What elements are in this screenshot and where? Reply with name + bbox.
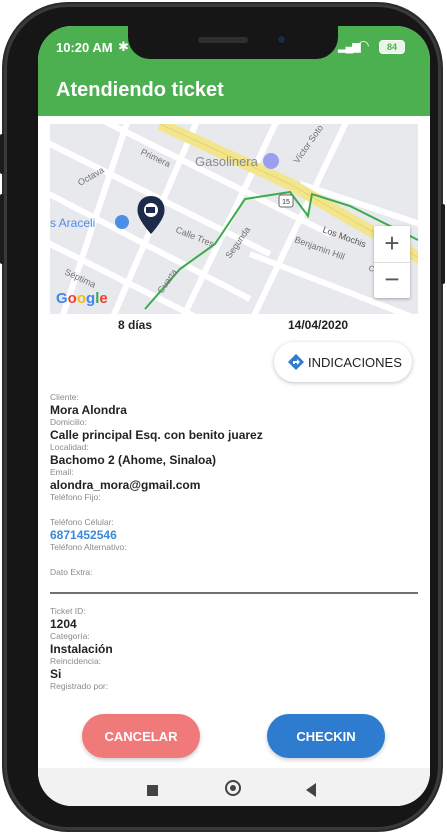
map-label: 15 [282, 199, 290, 206]
ticket-date: 14/04/2020 [288, 318, 349, 332]
field-label: Email: [50, 467, 74, 477]
field-label: Teléfono Fijo: [50, 492, 101, 502]
section-divider [50, 592, 418, 594]
client-address: Calle principal Esq. con benito juarez [50, 428, 263, 442]
back-icon[interactable] [306, 783, 316, 797]
ticket-id: 1204 [50, 617, 77, 631]
speaker [198, 37, 248, 43]
field-label: Cliente: [50, 392, 79, 402]
bluetooth-icon: ✱ [118, 39, 129, 54]
battery-icon: 84 [379, 40, 405, 54]
phone-side-button [0, 194, 4, 264]
cancel-button[interactable]: CANCELAR [82, 714, 200, 758]
phone-side-button [441, 204, 445, 284]
zoom-out-button[interactable]: − [374, 262, 410, 298]
field-label: Domicilio: [50, 417, 87, 427]
ticket-category: Instalación [50, 642, 113, 656]
ticket-details: Cliente: Mora Alondra Domicilio: Calle p… [50, 392, 418, 692]
status-time: 10:20 AM [56, 40, 113, 55]
client-email: alondra_mora@gmail.com [50, 478, 201, 492]
client-locality: Bachomo 2 (Ahome, Sinaloa) [50, 453, 217, 467]
page-title: Atendiendo ticket [56, 79, 224, 101]
app-bar: Atendiendo ticket [38, 70, 430, 116]
front-camera [276, 34, 287, 45]
zoom-in-button[interactable]: + [374, 226, 410, 263]
phone-frame: 10:20 AM ✱ ▂▄▆ ◠ 84 Atendiendo ticket 15… [0, 4, 445, 830]
field-label: Reincidencia: [50, 656, 102, 666]
client-name: Mora Alondra [50, 403, 127, 417]
notch [128, 26, 338, 59]
elapsed-days: 8 días [118, 318, 153, 332]
directions-label: INDICACIONES [308, 355, 402, 370]
system-nav-bar [38, 768, 430, 806]
ticket-content[interactable]: 15 Gasolinera Primera Octava s Araceli C… [38, 116, 430, 706]
wifi-icon: ◠ [358, 37, 369, 53]
google-logo: Google [56, 290, 108, 307]
map-label: Gasolinera [195, 154, 259, 169]
map-label: s Araceli [50, 216, 95, 230]
home-icon[interactable] [225, 780, 241, 796]
field-label: Registrado por: [50, 681, 109, 691]
field-label: Categoría: [50, 631, 90, 641]
action-bar: CANCELAR CHECKIN [38, 706, 430, 768]
screen: 10:20 AM ✱ ▂▄▆ ◠ 84 Atendiendo ticket 15… [38, 26, 430, 806]
field-label: Teléfono Alternativo: [50, 542, 127, 552]
client-mobile-phone[interactable]: 6871452546 [50, 528, 418, 542]
checkin-button[interactable]: CHECKIN [267, 714, 385, 758]
field-label: Dato Extra: [50, 567, 93, 577]
map-zoom-controls: + − [374, 226, 410, 298]
field-label: Ticket ID: [50, 606, 86, 616]
map-view[interactable]: 15 Gasolinera Primera Octava s Araceli C… [50, 124, 418, 314]
directions-button[interactable]: INDICACIONES [274, 342, 412, 382]
phone-side-button [0, 134, 4, 174]
directions-icon [288, 354, 304, 370]
recent-apps-icon[interactable] [147, 785, 158, 796]
signal-icon: ▂▄▆ [338, 41, 361, 53]
ticket-recurrence: Si [50, 667, 62, 681]
field-label: Localidad: [50, 442, 89, 452]
field-label: Teléfono Célular: [50, 517, 114, 527]
map-graphic: 15 Gasolinera Primera Octava s Araceli C… [50, 124, 418, 314]
